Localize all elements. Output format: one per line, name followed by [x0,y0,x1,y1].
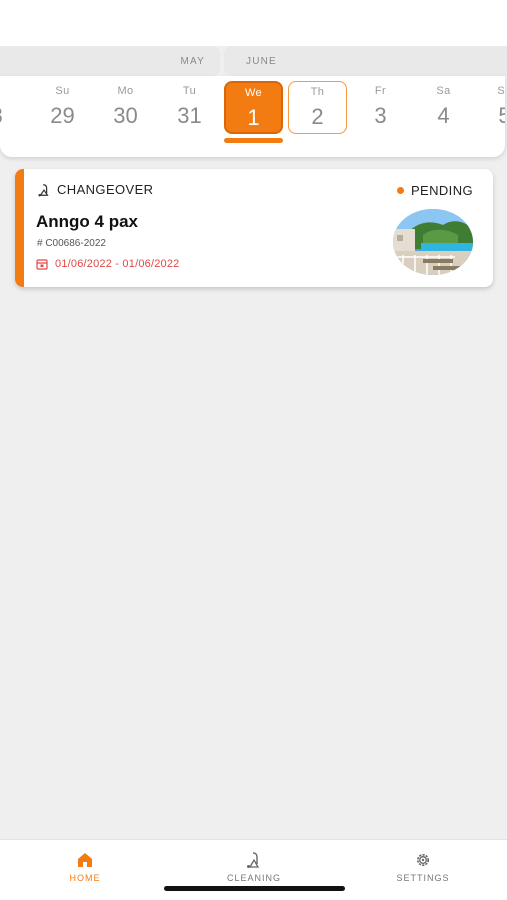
selected-day-indicator [224,138,283,143]
home-icon [78,853,92,867]
calendar-day-selected[interactable]: We 1 [224,81,283,134]
status-dot [396,187,404,194]
month-header-june: JUNE [224,46,507,76]
day-number: 31 [177,103,202,128]
status-bar-area [0,0,507,46]
nav-label: SETTINGS [396,873,450,883]
task-card[interactable]: CHANGEOVER PENDING Anngo 4 pax # C00686-… [15,169,493,287]
vacuum-cleaner-icon [247,852,260,868]
nav-item-settings[interactable]: SETTINGS [363,840,483,890]
day-name: We [244,87,263,99]
calendar-icon [36,259,48,270]
status-label: PENDING [410,183,473,198]
task-dates-label: 01/06/2022 - 01/06/2022 [55,258,180,270]
task-type-label: CHANGEOVER [57,182,154,197]
day-number: 5 [498,103,505,128]
status-badge: PENDING [396,183,473,198]
week-calendar-strip[interactable]: Sa 28 Su 29 Mo 30 Tu 31 We 1 Th 2 Fr 3 S… [0,76,505,157]
nav-label: HOME [69,873,101,883]
day-number: 3 [374,103,387,128]
day-number: 2 [311,104,324,129]
day-name: Su [55,85,70,97]
app-screen: MAY JUNE Sa 28 Su 29 Mo 30 Tu 31 We 1 Th… [0,0,507,900]
calendar-day[interactable]: Fr 3 [352,81,409,134]
card-accent-bar [15,169,24,287]
nav-item-home[interactable]: HOME [25,840,145,890]
day-name: Tu [182,85,197,97]
vacuum-cleaner-icon [38,183,49,196]
calendar-day[interactable]: Sa 28 [0,81,19,134]
day-name: Sa [0,85,19,97]
day-number: 28 [0,103,19,129]
calendar-day[interactable]: Tu 31 [161,81,218,134]
day-name: Fr [374,85,387,97]
task-dates: 01/06/2022 - 01/06/2022 [36,258,179,270]
day-number: 29 [50,103,75,128]
month-header-may: MAY [0,46,220,76]
home-indicator [164,886,345,891]
day-number: 1 [247,105,260,130]
day-name: Sa [436,85,451,97]
property-photo [393,209,473,275]
day-name: Mo [117,85,134,97]
day-number: 4 [437,103,450,128]
calendar-day[interactable]: Su 29 [34,81,91,134]
day-name: Su [497,85,505,97]
task-title: Anngo 4 pax [36,212,139,231]
nav-item-cleaning[interactable]: CLEANING [194,840,314,890]
nav-label: CLEANING [226,873,281,883]
calendar-day[interactable]: Mo 30 [97,81,154,134]
calendar-day[interactable]: Su 5 [476,81,505,134]
task-code: # C00686-2022 [37,238,106,249]
calendar-day-today[interactable]: Th 2 [288,81,347,134]
gear-icon [417,854,429,866]
task-type: CHANGEOVER [37,182,153,197]
day-number: 30 [113,103,138,128]
day-name: Th [310,86,325,98]
calendar-day[interactable]: Sa 4 [415,81,472,134]
